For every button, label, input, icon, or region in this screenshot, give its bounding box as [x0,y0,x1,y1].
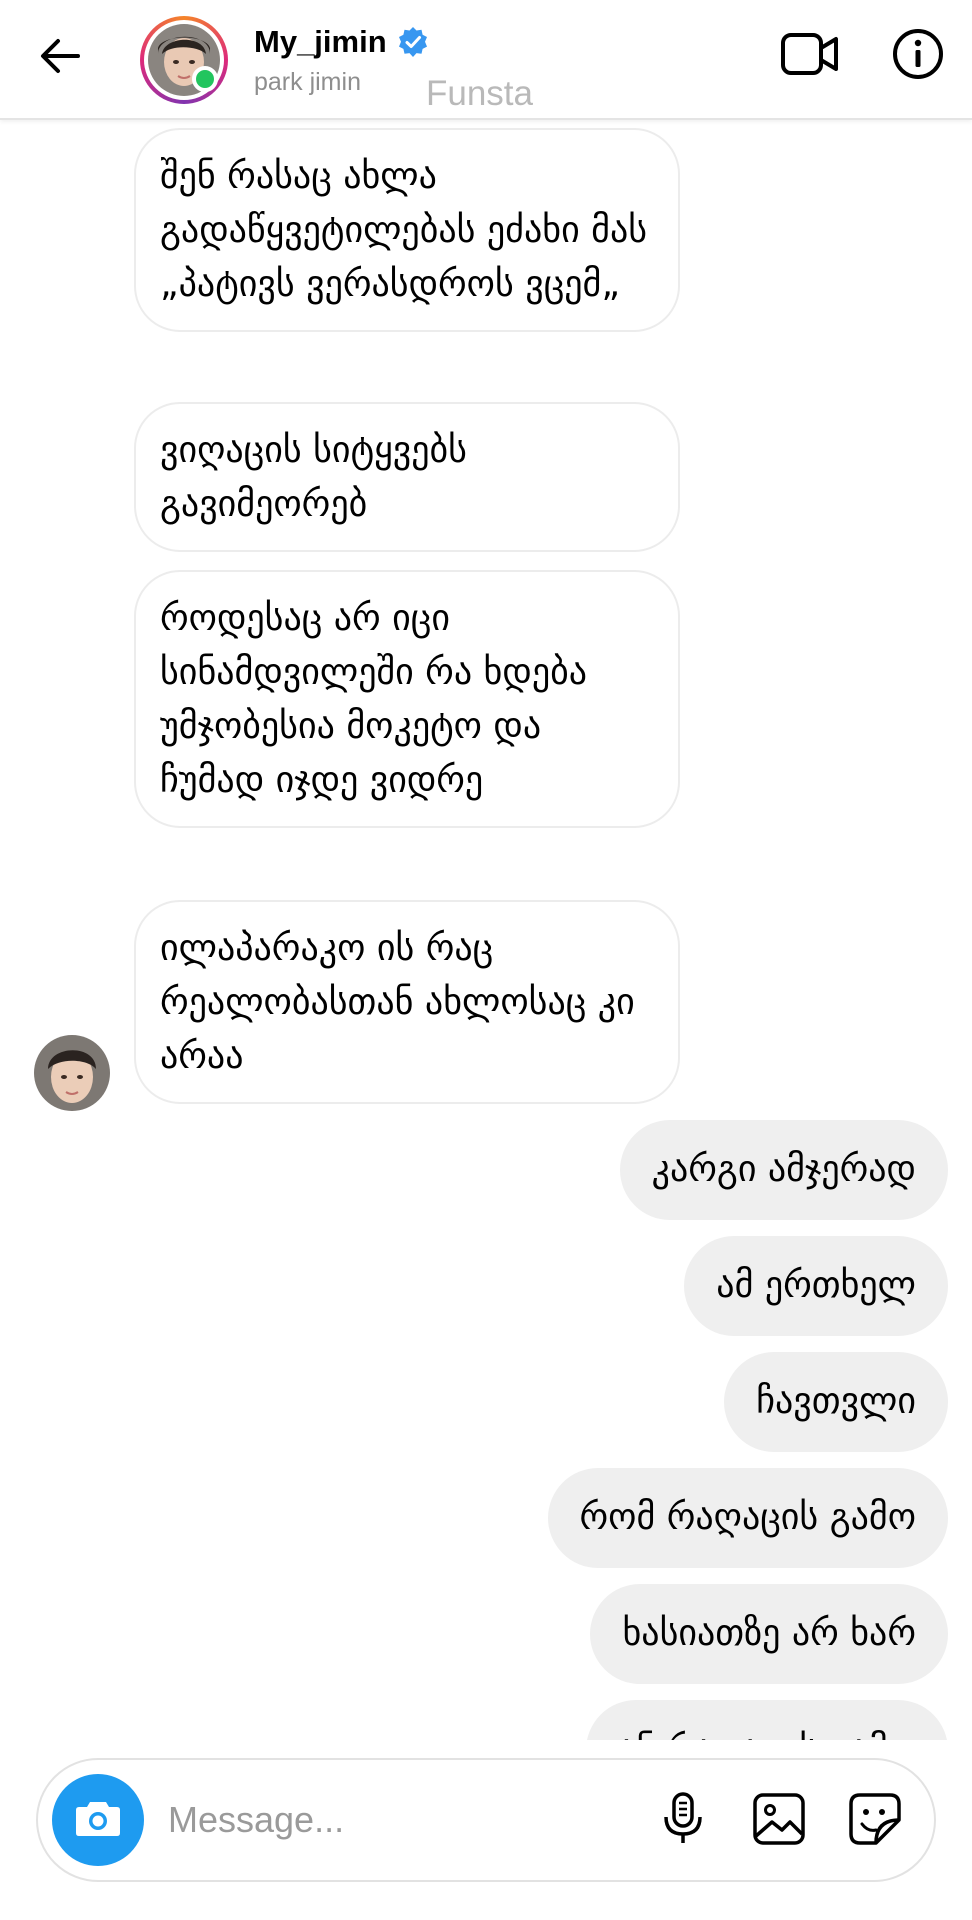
sticker-button[interactable] [844,1790,906,1852]
back-button[interactable] [30,28,90,88]
received-message[interactable]: ვიღაცის სიტყვებს გავიმეორებ [134,402,680,552]
username-row[interactable]: My_jimin [254,20,429,64]
verified-badge-icon [397,26,429,58]
sender-avatar[interactable] [34,1035,110,1111]
full-name: park jimin [254,68,361,96]
profile-avatar-ring[interactable] [140,16,228,104]
watermark-text: Funsta [426,74,533,113]
image-gallery-icon [752,1792,806,1850]
video-call-button[interactable] [778,26,842,86]
gallery-button[interactable] [748,1790,810,1852]
video-camera-icon [780,30,840,82]
sent-message[interactable]: ამ ერთხელ [684,1236,948,1336]
sent-message[interactable]: ჩავთვლი [724,1352,948,1452]
microphone-icon [661,1791,705,1851]
camera-icon [74,1798,122,1842]
arrow-left-icon [38,34,82,82]
info-button[interactable] [888,26,948,86]
voice-message-button[interactable] [652,1790,714,1852]
message-input[interactable] [168,1790,648,1850]
message-thread[interactable]: შენ რასაც ახლა გადაწყვეტილებას ეძახი მას… [0,120,972,1740]
sent-message[interactable]: ან რაღაცის გამო [586,1700,948,1740]
sent-message[interactable]: ხასიათზე არ ხარ [590,1584,948,1684]
sent-message[interactable]: რომ რაღაცის გამო [547,1468,948,1568]
info-icon [892,28,944,84]
online-status-indicator [192,66,218,92]
received-message[interactable]: შენ რასაც ახლა გადაწყვეტილებას ეძახი მას… [134,128,680,332]
sticker-icon [848,1792,902,1850]
received-message[interactable]: როდესაც არ იცი სინამდვილეში რა ხდება უმჯ… [134,570,680,828]
message-composer [36,1758,936,1882]
camera-button[interactable] [52,1774,144,1866]
sent-message[interactable]: კარგი ამჯერად [619,1120,948,1220]
received-message[interactable]: ილაპარაკო ის რაც რეალობასთან ახლოსაც კი … [134,900,680,1104]
username: My_jimin [254,24,387,59]
